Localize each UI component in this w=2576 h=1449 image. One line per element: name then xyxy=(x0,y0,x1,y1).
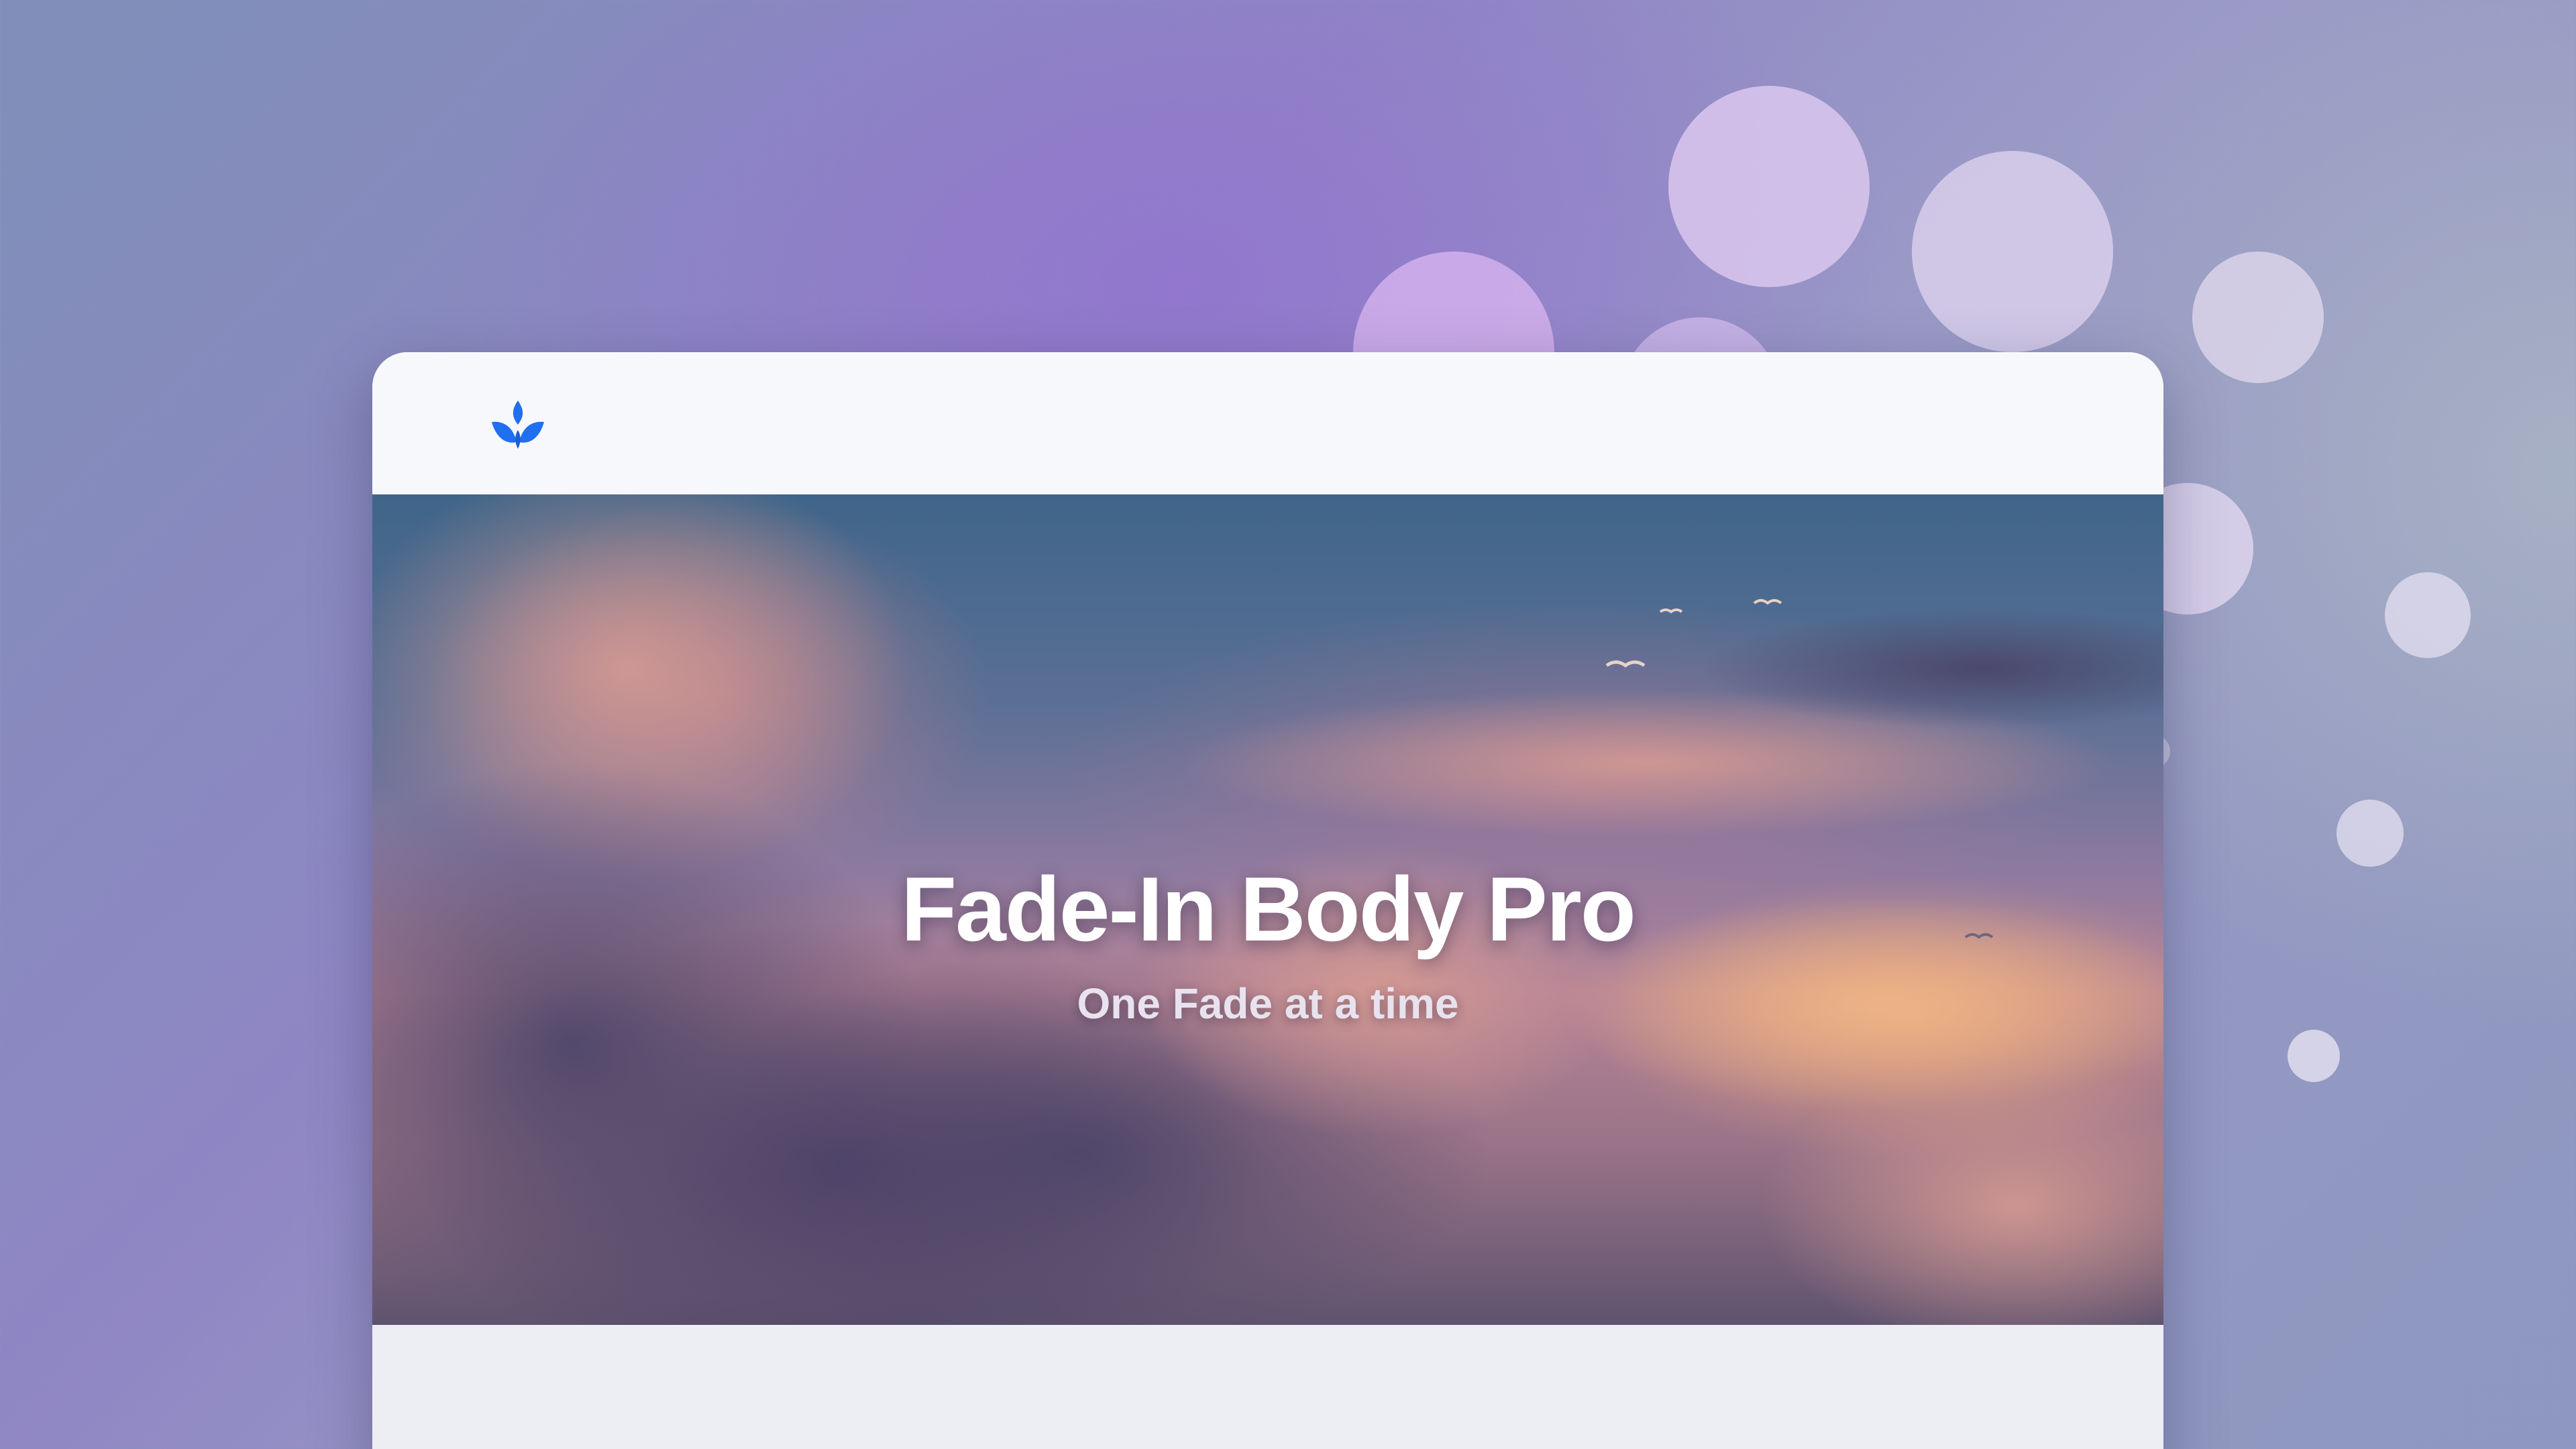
decorative-bubble xyxy=(1668,86,1870,287)
hero-title: Fade-In Body Pro xyxy=(901,858,1636,960)
decorative-bubble xyxy=(1912,151,2113,352)
decorative-bubble xyxy=(2337,800,2404,867)
decorative-bubble xyxy=(2288,1030,2340,1082)
hero-subtitle: One Fade at a time xyxy=(1077,979,1459,1028)
hero-banner: Fade-In Body Pro One Fade at a time xyxy=(372,494,2163,1325)
decorative-bubble xyxy=(2385,572,2471,658)
content-area xyxy=(372,1325,2163,1449)
decorative-bubble xyxy=(2192,252,2324,383)
lotus-icon[interactable] xyxy=(490,398,545,453)
site-header xyxy=(372,352,2163,494)
browser-window: Fade-In Body Pro One Fade at a time xyxy=(372,352,2163,1449)
